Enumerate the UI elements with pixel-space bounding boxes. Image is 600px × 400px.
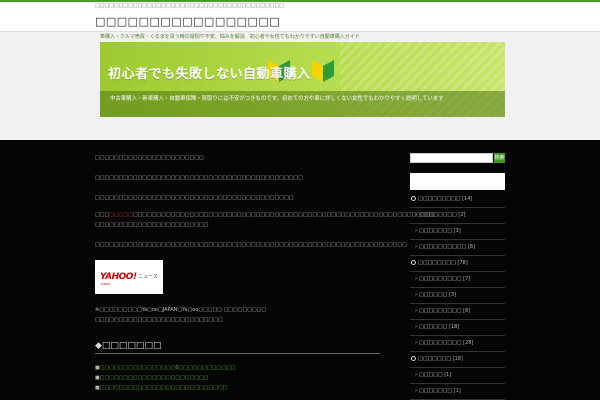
category-item[interactable]: □□□□□□□□□ [14] bbox=[411, 196, 472, 202]
category-divider bbox=[410, 319, 505, 320]
related-articles-heading: ◆□□□□□□□ bbox=[95, 341, 162, 351]
related-item[interactable]: ■□□□□□□□□□□□□□□□□□□□□□□□□□□□ bbox=[95, 385, 227, 391]
chevron-right-icon: › bbox=[415, 228, 417, 234]
category-count: [14] bbox=[462, 196, 473, 202]
category-divider bbox=[410, 207, 505, 208]
yahoo-news-label: ニュース bbox=[138, 274, 158, 280]
category-divider bbox=[410, 223, 505, 224]
chevron-right-icon: › bbox=[415, 276, 417, 282]
category-item[interactable]: › □□□□□□□□ [2] bbox=[415, 212, 465, 218]
category-label: □□□□□□□□□ bbox=[419, 340, 464, 346]
category-count: [8] bbox=[463, 308, 471, 314]
category-divider bbox=[410, 351, 505, 352]
chevron-right-icon: › bbox=[415, 308, 417, 314]
banner-title: 初心者でも失敗しない自動車購入 bbox=[108, 67, 311, 82]
category-item[interactable]: □□□□□□□□ [78] bbox=[411, 260, 468, 266]
article-highlight-line-2: □□□□□□□□□□□□□□□□□□□□□□□□ bbox=[95, 222, 209, 228]
category-label: □□□□□□□□□□ bbox=[419, 244, 468, 250]
category-item[interactable]: › □□□□□ [1] bbox=[415, 372, 451, 378]
article-highlight-post: □□□□□□□□□□□□□□□□□□□□□□□□□□□□□□□□□□□□□□□□… bbox=[132, 212, 436, 218]
source-note-1: ※□□□□□□□□□Ya□oo□JAPAN□Ya□oo□□□□□ □□□□□□□… bbox=[95, 307, 267, 313]
category-count: [1] bbox=[453, 388, 461, 394]
category-divider bbox=[410, 255, 505, 256]
article-highlight-red: □□□□□ bbox=[109, 212, 133, 218]
category-label: □□□□□□□□□ bbox=[418, 196, 463, 202]
category-label: □□□□□ bbox=[419, 372, 445, 378]
category-divider bbox=[410, 367, 505, 368]
category-label: □□□□□□□ bbox=[419, 228, 454, 234]
category-count: [3] bbox=[448, 292, 457, 298]
category-divider bbox=[410, 383, 505, 384]
category-count: [3] bbox=[453, 228, 461, 234]
category-label: □□□□□□ bbox=[419, 324, 449, 330]
yahoo-logo-subtext: JAPAN bbox=[101, 282, 110, 286]
category-item[interactable]: □□□□□□□ [18] bbox=[411, 356, 463, 362]
category-count: [18] bbox=[452, 356, 463, 362]
article-line-2: □□□□□□□□□□□□□□□□□□□□□□□□□□□□□□□□□□□□□□□□… bbox=[95, 175, 303, 181]
section-divider bbox=[95, 353, 380, 354]
related-item[interactable]: ■□□□□□□□□□□□□□□□□0□□□□□□□□□□□□ bbox=[95, 365, 235, 371]
article-line-1: □□□□□□□□□□□□□□□□□□□□□□□ bbox=[95, 155, 204, 161]
beginner-mark-icon-2 bbox=[312, 60, 334, 82]
yahoo-logo-text: YAHOO! bbox=[100, 272, 137, 282]
category-item[interactable]: › □□□□□□□□□ [8] bbox=[415, 308, 470, 314]
category-count: [28] bbox=[463, 340, 474, 346]
site-description: 車購入・クルマ売買・くるまを買う時の疑問や不安、悩みを解消 初心者や女性でもわか… bbox=[100, 34, 360, 40]
chevron-right-icon: › bbox=[415, 340, 417, 346]
category-divider bbox=[410, 303, 505, 304]
category-circle-icon bbox=[411, 260, 416, 265]
chevron-right-icon: › bbox=[415, 388, 417, 394]
category-divider bbox=[410, 271, 505, 272]
search-button[interactable]: 検索 bbox=[494, 153, 505, 163]
category-label: □□□□□□□□ bbox=[419, 212, 459, 218]
category-item[interactable]: › □□□□□□□□□ [7] bbox=[415, 276, 470, 282]
banner-subtitle: 中古車購入・新車購入・自動車保険・買取りには不安がつきものです。初めての方や車に… bbox=[110, 96, 444, 102]
source-note-2: □□□□□□□□□□□□□□□□□□□□□□□□□□□ bbox=[95, 317, 223, 323]
article-highlight-pre: □□□ bbox=[95, 212, 110, 218]
category-divider bbox=[410, 335, 505, 336]
chevron-right-icon: › bbox=[415, 292, 417, 298]
category-label: □□□□□□□□ bbox=[418, 260, 458, 266]
search-input[interactable] bbox=[410, 153, 493, 163]
chevron-right-icon: › bbox=[415, 244, 417, 250]
category-label: □□□□□□□ bbox=[419, 388, 454, 394]
category-count: [8] bbox=[467, 244, 475, 250]
category-item[interactable]: › □□□□□□□ [1] bbox=[415, 388, 461, 394]
site-tagline: □□□□□□□□□□□□□□□□□□□□□□□□□□□□□□□□□□□□□□□□ bbox=[95, 3, 284, 9]
category-count: [78] bbox=[457, 260, 468, 266]
category-divider bbox=[410, 287, 505, 288]
chevron-right-icon: › bbox=[415, 324, 417, 330]
article-line-3: □□□□□□□□□□□□□□□□□□□□□□□□□□□□□□□□□□□□□□□□… bbox=[95, 195, 294, 201]
category-count: [2] bbox=[458, 212, 466, 218]
category-item[interactable]: › □□□□□□□□□□ [8] bbox=[415, 244, 475, 250]
category-circle-icon bbox=[411, 196, 416, 201]
article-highlight-line: □□□□□□□□□□□□□□□□□□□□□□□□□□□□□□□□□□□□□□□□… bbox=[95, 212, 435, 218]
category-label: □□□□□□ bbox=[419, 292, 449, 298]
related-item[interactable]: ■□□□□□□□□□□□□□□□□□□□□□□□ bbox=[95, 375, 208, 381]
category-item[interactable]: › □□□□□□□ [3] bbox=[415, 228, 461, 234]
category-count: [1] bbox=[444, 372, 452, 378]
category-count: [18] bbox=[448, 324, 460, 330]
top-accent-line bbox=[0, 0, 600, 2]
category-item[interactable]: › □□□□□□ [18] bbox=[415, 324, 459, 330]
chevron-right-icon: › bbox=[415, 372, 417, 378]
category-count: [7] bbox=[463, 276, 471, 282]
category-label: □□□□□□□□□ bbox=[419, 308, 464, 314]
category-item[interactable]: › □□□□□□ [3] bbox=[415, 292, 456, 298]
site-title-link[interactable]: □□□□□□□□□□□□□□□□□ bbox=[95, 15, 280, 28]
sidebar-widget-title bbox=[410, 173, 505, 190]
category-label: □□□□□□□ bbox=[418, 356, 453, 362]
category-item[interactable]: › □□□□□□□□□ [28] bbox=[415, 340, 473, 346]
chevron-right-icon: › bbox=[415, 212, 417, 218]
category-label: □□□□□□□□□ bbox=[419, 276, 464, 282]
category-circle-icon bbox=[411, 356, 416, 361]
article-line-after: □□□□□□□□□□□□□□□□□□□□□□□□□□□□□□□□□□□□□□□□… bbox=[95, 242, 407, 248]
category-divider bbox=[410, 239, 505, 240]
